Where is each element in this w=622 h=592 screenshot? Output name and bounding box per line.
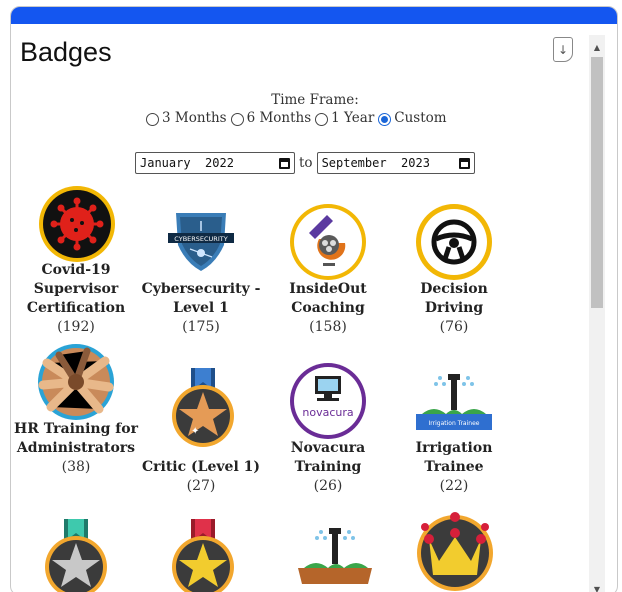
radio-label: 1 Year <box>331 110 375 126</box>
badge-card[interactable]: Decision Driving (76) <box>392 280 516 337</box>
svg-text:✦: ✦ <box>191 426 199 437</box>
timeframe-label: Time Frame: <box>271 92 359 108</box>
radio-button[interactable] <box>146 112 159 126</box>
silver-star-medal-icon[interactable] <box>37 519 115 592</box>
badge-card[interactable]: Critic (Level 1) (27) <box>139 458 263 496</box>
badge-count: (27) <box>186 478 216 494</box>
scrollbar-thumb[interactable] <box>591 57 603 308</box>
badge-card[interactable]: InsideOut Coaching (158) <box>266 280 390 337</box>
badge-card[interactable]: HR Training for Administrators (38) <box>14 420 138 477</box>
radio-label: 6 Months <box>246 110 312 126</box>
download-button[interactable]: ↓ <box>553 37 573 62</box>
badge-count: (158) <box>309 319 347 335</box>
team-hands-icon[interactable] <box>37 343 115 425</box>
date-separator: to <box>299 155 313 171</box>
badge-count: (26) <box>313 478 343 494</box>
scroll-up-icon[interactable]: ▲ <box>589 39 605 55</box>
start-date-value: January 2022 <box>140 156 234 170</box>
badge-name: Covid-19 Supervisor Certification <box>26 262 126 316</box>
calendar-icon[interactable] <box>279 157 290 169</box>
crown-badge-icon[interactable] <box>415 509 495 592</box>
end-date-input[interactable]: September 2023 <box>316 152 475 174</box>
svg-text:novacura: novacura <box>302 406 353 419</box>
radio-button[interactable] <box>230 112 244 126</box>
badge-name: Decision Driving <box>420 281 488 316</box>
badge-count: (175) <box>182 319 220 335</box>
novacura-computer-icon[interactable]: novacura <box>289 362 367 444</box>
start-date-input[interactable]: January 2022 <box>135 152 295 174</box>
svg-text:Irrigation Trainee: Irrigation Trainee <box>429 420 480 427</box>
steering-wheel-icon[interactable] <box>415 203 493 285</box>
virus-badge-icon[interactable] <box>38 185 116 267</box>
insideout-badge-icon[interactable] <box>289 203 367 285</box>
badge-name: Novacura Training <box>290 440 366 475</box>
radio-1-year[interactable]: 1 Year <box>315 110 374 126</box>
radio-button-selected[interactable] <box>378 112 392 126</box>
badge-card[interactable]: Covid-19 Supervisor Certification (192) <box>14 261 138 337</box>
badge-count: (22) <box>439 478 469 494</box>
cybersecurity-shield-icon[interactable]: CYBERSECURITY <box>166 209 236 277</box>
radio-label: Custom <box>394 110 447 126</box>
badge-count: (38) <box>61 459 91 475</box>
radio-6-months[interactable]: 6 Months <box>230 110 312 126</box>
badge-name: InsideOut Coaching <box>289 281 367 316</box>
irrigation-sprinkler-icon[interactable]: Irrigation Trainee <box>414 370 494 440</box>
end-date-value: September 2023 <box>321 156 430 170</box>
scroll-down-icon[interactable]: ▼ <box>589 581 605 592</box>
badge-name: Irrigation Trainee <box>415 440 493 475</box>
vertical-scrollbar[interactable]: ▲ ▼ <box>589 35 605 592</box>
badge-card[interactable]: Irrigation Trainee (22) <box>392 439 516 496</box>
badge-name: Cybersecurity - Level 1 <box>141 281 261 316</box>
badge-card[interactable]: Cybersecurity - Level 1 (175) <box>139 280 263 337</box>
timeframe-radio-group: 3 Months 6 Months 1 Year Custom <box>146 110 451 126</box>
radio-3-months[interactable]: 3 Months <box>146 110 227 126</box>
page-title: Badges <box>20 37 112 67</box>
irrigation-tech-icon[interactable] <box>296 526 374 592</box>
badge-card[interactable]: Novacura Training (26) <box>266 439 390 496</box>
calendar-icon[interactable] <box>458 157 470 169</box>
badge-count: (192) <box>57 319 95 335</box>
badge-name: HR Training for Administrators <box>14 421 138 456</box>
radio-button[interactable] <box>315 112 329 126</box>
badge-count: (76) <box>439 319 469 335</box>
svg-text:CYBERSECURITY: CYBERSECURITY <box>174 235 227 243</box>
panel-header-bar <box>11 7 617 24</box>
badges-panel: Badges ↓ Time Frame: 3 Months 6 Months 1… <box>10 6 618 592</box>
radio-label: 3 Months <box>162 110 227 126</box>
gold-star-medal-icon[interactable] <box>164 519 242 592</box>
download-icon: ↓ <box>557 42 569 57</box>
bronze-star-medal-icon[interactable]: ✦ <box>164 368 242 452</box>
radio-custom[interactable]: Custom <box>378 110 447 126</box>
badge-name: Critic (Level 1) <box>142 459 260 475</box>
date-range: January 2022 to September 2023 <box>135 152 475 174</box>
